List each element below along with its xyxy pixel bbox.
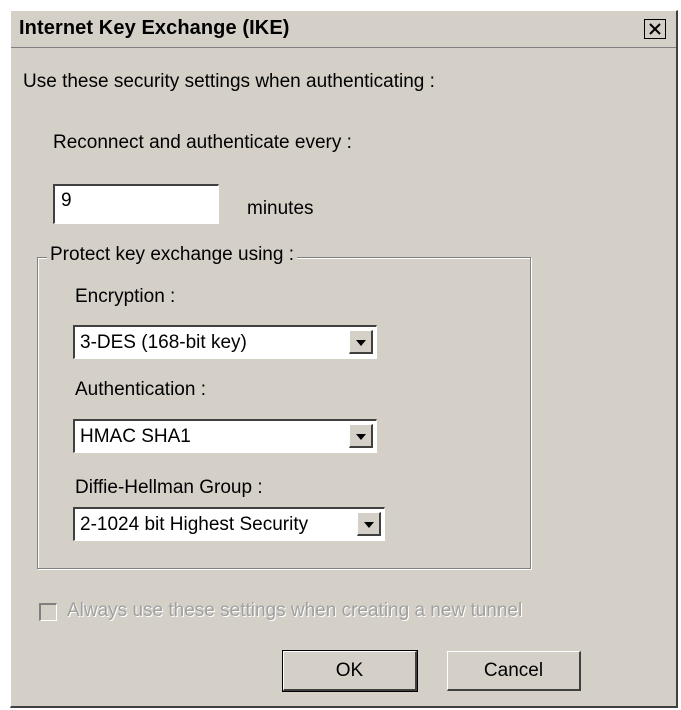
title-bar[interactable]: Internet Key Exchange (IKE): [11, 11, 676, 48]
reconnect-label: Reconnect and authenticate every :: [53, 132, 352, 153]
dh-group-label: Diffie-Hellman Group :: [75, 477, 263, 498]
always-use-label: Always use these settings when creating …: [67, 600, 523, 621]
ike-dialog: Internet Key Exchange (IKE) Use these se…: [10, 10, 678, 708]
group-label: Protect key exchange using :: [47, 244, 297, 266]
minutes-unit-label: minutes: [247, 198, 314, 219]
dh-group-selected: 2-1024 bit Highest Security: [80, 514, 309, 535]
chevron-down-icon: [355, 427, 366, 445]
encryption-label: Encryption :: [75, 286, 176, 307]
close-button[interactable]: [644, 19, 666, 39]
authentication-label: Authentication :: [75, 379, 206, 400]
ok-label: OK: [335, 659, 364, 681]
window-title: Internet Key Exchange (IKE): [19, 17, 290, 39]
cancel-button[interactable]: Cancel: [447, 651, 581, 691]
reconnect-minutes-value: 9: [61, 190, 72, 211]
encryption-selected: 3-DES (168-bit key): [80, 332, 247, 353]
dh-group-dropdown-button[interactable]: [357, 512, 381, 536]
dh-group-select[interactable]: 2-1024 bit Highest Security: [73, 507, 385, 541]
chevron-down-icon: [355, 333, 366, 351]
encryption-dropdown-button[interactable]: [349, 330, 373, 354]
intro-text: Use these security settings when authent…: [23, 71, 435, 92]
reconnect-minutes-input[interactable]: 9: [53, 184, 219, 224]
authentication-dropdown-button[interactable]: [349, 424, 373, 448]
chevron-down-icon: [363, 515, 374, 533]
close-icon: [649, 23, 661, 35]
authentication-select[interactable]: HMAC SHA1: [73, 419, 377, 453]
always-use-checkbox[interactable]: [39, 603, 57, 621]
ok-button[interactable]: OK: [282, 650, 418, 692]
cancel-label: Cancel: [483, 659, 544, 681]
encryption-select[interactable]: 3-DES (168-bit key): [73, 325, 377, 359]
authentication-selected: HMAC SHA1: [80, 426, 191, 447]
